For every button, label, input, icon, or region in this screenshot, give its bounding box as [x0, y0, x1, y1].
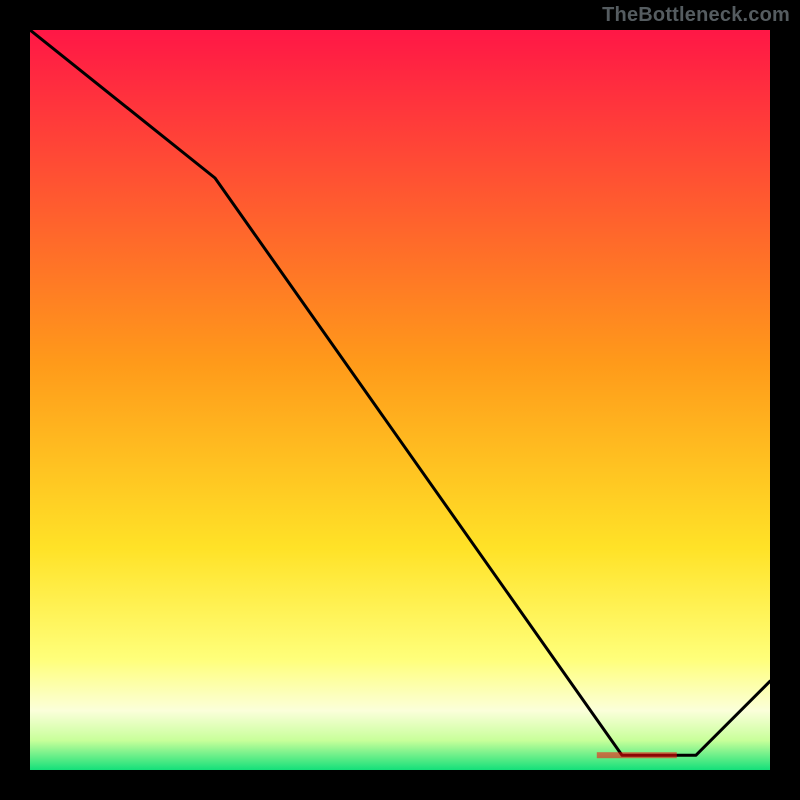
annotation-marker	[597, 752, 677, 758]
plot-area	[30, 30, 770, 770]
gradient-background	[30, 30, 770, 770]
chart-svg	[30, 30, 770, 770]
watermark-text: TheBottleneck.com	[602, 4, 790, 27]
chart-frame: TheBottleneck.com	[0, 0, 800, 800]
annotations	[597, 752, 677, 758]
